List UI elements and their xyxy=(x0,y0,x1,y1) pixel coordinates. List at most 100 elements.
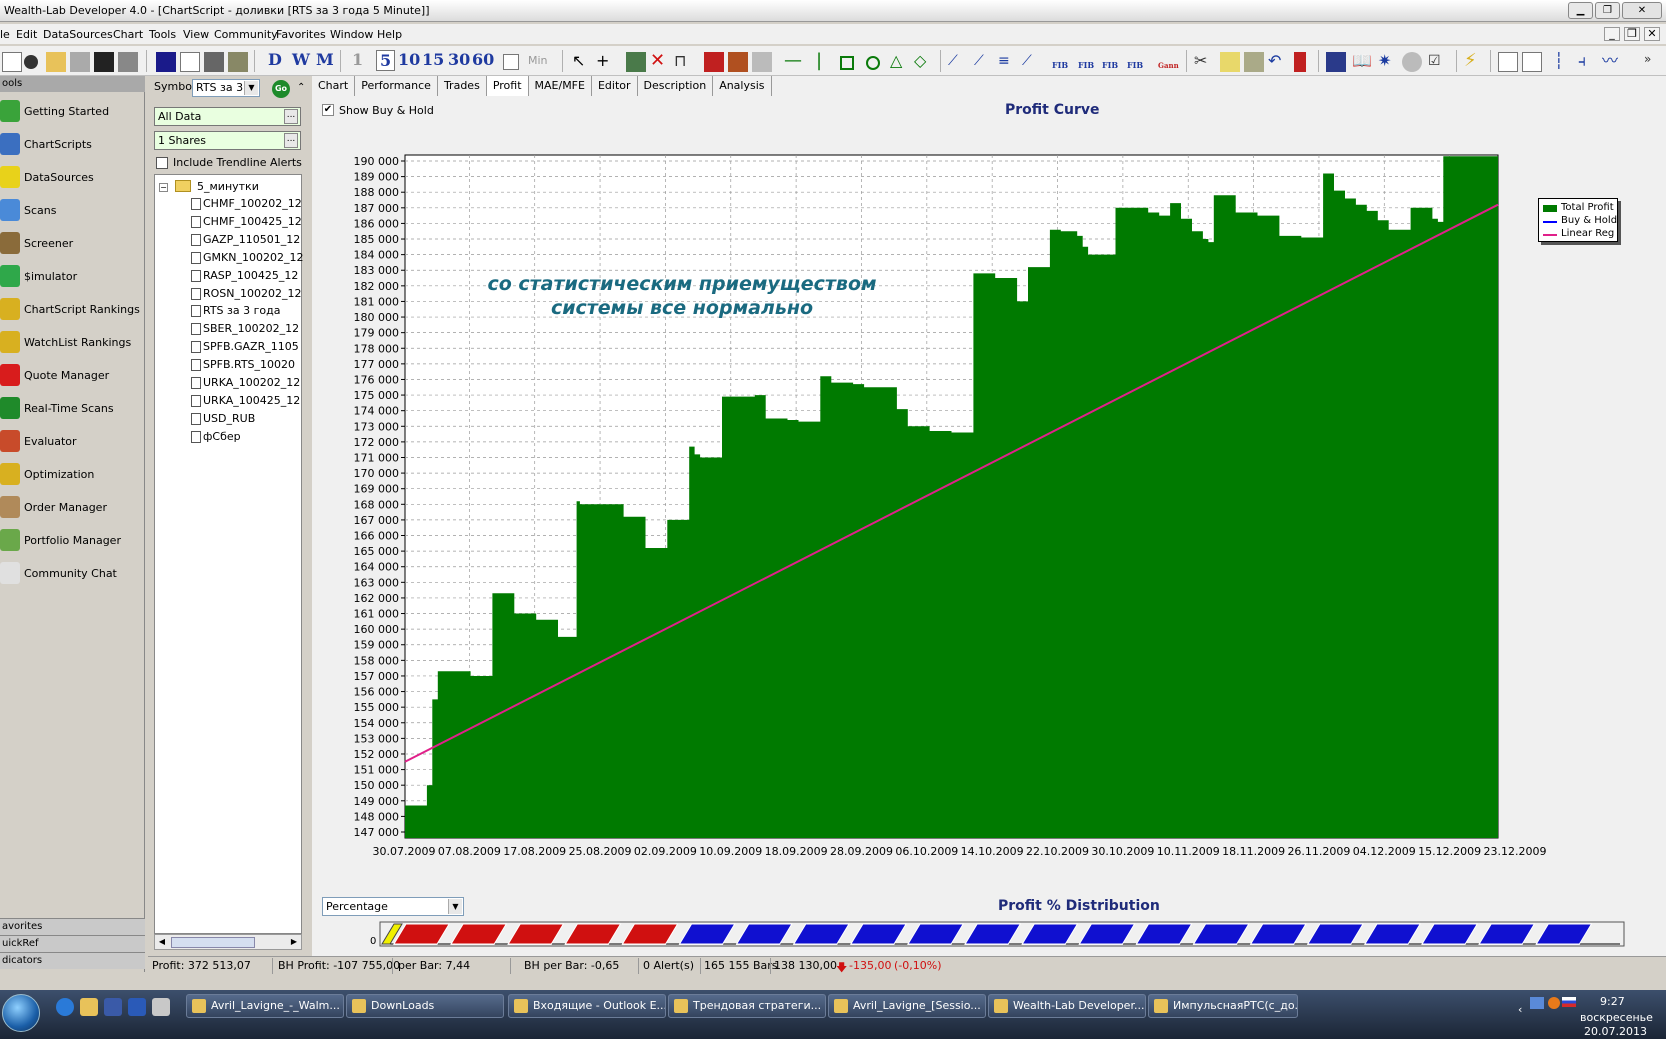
daily-scale-button[interactable]: D xyxy=(268,50,282,69)
picture-icon[interactable] xyxy=(752,52,772,72)
tree-file[interactable]: CHMF_100202_12 xyxy=(203,197,302,210)
undo-icon[interactable]: ↶ xyxy=(1268,52,1288,72)
custom-interval-icon[interactable] xyxy=(503,54,519,70)
fib-fan-icon[interactable]: FIB xyxy=(1078,60,1094,70)
menu-file[interactable]: le xyxy=(0,28,10,41)
tab-mae-mfe[interactable]: MAE/MFE xyxy=(529,76,592,96)
include-trendline-checkbox[interactable] xyxy=(156,157,168,169)
tree-file[interactable]: SPFB.RTS_10020 xyxy=(203,358,295,371)
vline-icon[interactable]: | xyxy=(816,52,836,72)
ellipsis-icon[interactable]: ... xyxy=(284,109,298,124)
list-icon[interactable] xyxy=(1498,52,1518,72)
hline-icon[interactable]: — xyxy=(784,52,804,72)
text-icon[interactable] xyxy=(728,52,748,72)
menu-edit[interactable]: Edit xyxy=(16,28,37,41)
ie-icon[interactable] xyxy=(56,998,74,1016)
open-book-icon[interactable]: 📖 xyxy=(1352,52,1372,72)
fib-retracement-icon[interactable]: FIB xyxy=(1052,60,1068,70)
mdi-close-button[interactable]: ✕ xyxy=(1644,27,1660,41)
tree-file[interactable]: USD_RUB xyxy=(203,412,255,425)
tree-file[interactable]: GMKN_100202_12 xyxy=(203,251,303,264)
tool-item[interactable]: Quote Manager xyxy=(0,360,145,390)
interval-15-button[interactable]: 15 xyxy=(422,50,444,69)
robot-icon[interactable] xyxy=(204,52,224,72)
tool-item[interactable]: Community Chat xyxy=(0,558,145,588)
show-buy-hold-checkbox[interactable]: ✔ xyxy=(322,104,334,116)
circle-icon[interactable] xyxy=(866,56,880,70)
manual-icon[interactable] xyxy=(1326,52,1346,72)
tool-item[interactable]: DataSources xyxy=(0,162,145,192)
eraser-icon[interactable] xyxy=(626,52,646,72)
tool-item[interactable]: Getting Started xyxy=(0,96,145,126)
mdi-restore-button[interactable]: ❐ xyxy=(1624,27,1640,41)
go-button[interactable]: Go xyxy=(272,80,290,98)
interval-60-button[interactable]: 60 xyxy=(472,50,494,69)
tree-file[interactable]: RASP_100425_12 xyxy=(203,269,298,282)
book-icon[interactable] xyxy=(704,52,724,72)
gear-icon[interactable] xyxy=(24,55,38,69)
tree-file[interactable]: SPFB.GAZR_1105 xyxy=(203,340,299,353)
tree-file[interactable]: ROSN_100202_12 xyxy=(203,287,302,300)
tool-item[interactable]: Order Manager xyxy=(0,492,145,522)
menu-window[interactable]: Window xyxy=(330,28,373,41)
maximize-button[interactable]: ❐ xyxy=(1595,2,1620,19)
data-range-field[interactable]: All Data ... xyxy=(154,107,301,126)
taskbar-button[interactable]: Avril_Lavigne_[Sessio... xyxy=(828,994,986,1018)
tree-file[interactable]: SBER_100202_12 xyxy=(203,322,299,335)
new-icon[interactable] xyxy=(2,52,22,72)
speed-lines-icon[interactable]: ⟋ xyxy=(1022,52,1042,72)
quickref-tab[interactable]: uickRef xyxy=(0,935,145,952)
tab-chart[interactable]: Chart xyxy=(312,76,356,96)
tool-item[interactable]: ChartScript Rankings xyxy=(0,294,145,324)
tool-item[interactable]: WatchList Rankings xyxy=(0,327,145,357)
interval-1-button[interactable]: 1 xyxy=(352,50,363,69)
tree-file[interactable]: URKA_100202_12 xyxy=(203,376,300,389)
tree-file[interactable]: CHMF_100425_12 xyxy=(203,215,302,228)
tab-trades[interactable]: Trades xyxy=(438,76,487,96)
scroll-right-icon[interactable]: ▶ xyxy=(288,936,300,948)
language-icon[interactable] xyxy=(1562,997,1576,1007)
collapse-icon[interactable]: ⌃ xyxy=(297,82,305,93)
monthly-scale-button[interactable]: M xyxy=(316,50,334,69)
fib-arc-icon[interactable]: FIB xyxy=(1102,60,1118,70)
print-icon[interactable] xyxy=(118,52,138,72)
tree-file[interactable]: GAZP_110501_12 xyxy=(203,233,300,246)
menu-chart[interactable]: Chart xyxy=(113,28,143,41)
bar-chart-icon[interactable]: ┆ xyxy=(1554,52,1574,72)
lightning-icon[interactable]: ⚡ xyxy=(1464,52,1484,72)
pointer-icon[interactable]: ↖ xyxy=(572,52,592,72)
tool-item[interactable]: Scans xyxy=(0,195,145,225)
menu-datasources[interactable]: DataSources xyxy=(43,28,113,41)
status-alerts[interactable]: 0 Alert(s) xyxy=(643,959,694,972)
tab-description[interactable]: Description xyxy=(638,76,714,96)
cut-icon[interactable]: ✂ xyxy=(1194,52,1214,72)
tray-app-icon[interactable] xyxy=(1548,997,1560,1009)
fork-icon[interactable]: ⊓ xyxy=(674,52,694,72)
check-icon[interactable]: ☑ xyxy=(1428,52,1448,72)
tray-expand-icon[interactable]: ‹ xyxy=(1518,1003,1522,1016)
delete-icon[interactable]: ✕ xyxy=(650,52,670,72)
tree-expander[interactable]: − xyxy=(159,183,168,192)
minimize-button[interactable]: ▁ xyxy=(1568,2,1593,19)
open-folder-icon[interactable] xyxy=(46,52,66,72)
line-chart-icon[interactable]: 〰 xyxy=(1602,52,1622,72)
menu-favorites[interactable]: Favorites xyxy=(276,28,326,41)
tool-item[interactable]: Screener xyxy=(0,228,145,258)
interval-10-button[interactable]: 10 xyxy=(398,50,420,69)
menu-community[interactable]: Community xyxy=(214,28,278,41)
scrollbar-thumb[interactable] xyxy=(171,937,255,948)
toolbar-overflow-icon[interactable]: » xyxy=(1644,52,1664,72)
tool-item[interactable]: Evaluator xyxy=(0,426,145,456)
quicklaunch-icon[interactable] xyxy=(80,998,98,1016)
disk-icon[interactable] xyxy=(70,52,90,72)
grid-icon[interactable] xyxy=(1522,52,1542,72)
taskbar-button[interactable]: Входящие - Outlook E... xyxy=(508,994,666,1018)
weekly-scale-button[interactable]: W xyxy=(292,50,310,69)
rectangle-icon[interactable] xyxy=(840,56,854,70)
menu-view[interactable]: View xyxy=(183,28,209,41)
gann-icon[interactable]: Gann xyxy=(1158,61,1179,70)
taskbar-button[interactable]: Трендовая стратеги... xyxy=(668,994,826,1018)
quicklaunch-icon[interactable] xyxy=(104,998,122,1016)
tree-file[interactable]: RTS за 3 года xyxy=(203,304,280,317)
chat-bubble-icon[interactable] xyxy=(1402,52,1422,72)
